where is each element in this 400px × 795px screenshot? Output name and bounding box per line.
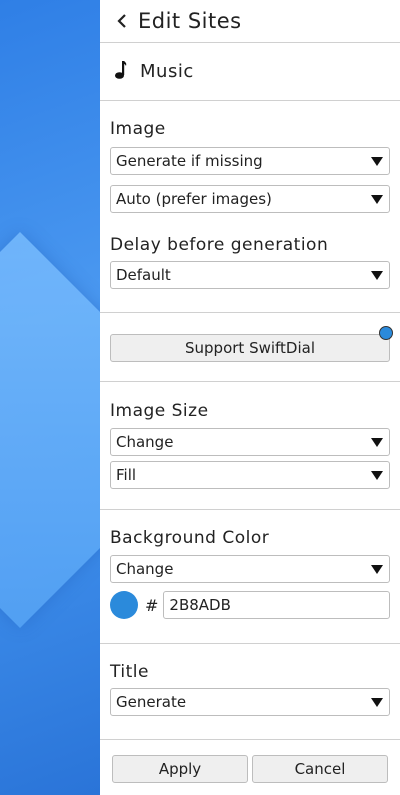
dropdown-arrow-icon — [371, 470, 383, 480]
notification-dot — [379, 326, 393, 340]
background-color-change-select[interactable]: Change — [110, 555, 390, 583]
background-color-label: Background Color — [110, 528, 270, 548]
image-label: Image — [110, 119, 166, 139]
chevron-left-icon[interactable] — [112, 11, 132, 31]
image-type-value: Auto (prefer images) — [116, 190, 272, 208]
color-row: # — [110, 591, 390, 619]
hash-symbol: # — [145, 595, 159, 615]
image-type-select[interactable]: Auto (prefer images) — [110, 185, 390, 213]
image-mode-value: Generate if missing — [116, 152, 263, 170]
title-select[interactable]: Generate — [110, 688, 390, 716]
image-size-label: Image Size — [110, 401, 209, 421]
background-wallpaper — [0, 0, 100, 795]
background-color-change-value: Change — [116, 560, 174, 578]
dropdown-arrow-icon — [371, 194, 383, 204]
background-color-section: Background Color Change # — [100, 510, 400, 644]
dropdown-arrow-icon — [371, 437, 383, 447]
image-fit-select[interactable]: Fill — [110, 461, 390, 489]
title-section: Title Generate — [100, 644, 400, 740]
panel-header: Edit Sites — [100, 0, 400, 43]
delay-label: Delay before generation — [110, 235, 329, 255]
support-section: Support SwiftDial — [100, 313, 400, 382]
dropdown-arrow-icon — [371, 564, 383, 574]
image-size-change-select[interactable]: Change — [110, 428, 390, 456]
dropdown-arrow-icon — [371, 697, 383, 707]
dropdown-arrow-icon — [371, 270, 383, 280]
edit-sites-panel: Edit Sites Music Image Generate if missi… — [100, 0, 400, 795]
hex-color-input[interactable] — [163, 591, 390, 619]
music-note-icon — [114, 60, 128, 84]
image-mode-select[interactable]: Generate if missing — [110, 147, 390, 175]
footer-actions: Apply Cancel — [100, 740, 400, 783]
support-button[interactable]: Support SwiftDial — [110, 334, 390, 362]
title-value: Generate — [116, 693, 187, 711]
title-label: Title — [110, 662, 149, 682]
cancel-button-label: Cancel — [294, 760, 346, 778]
cancel-button[interactable]: Cancel — [252, 755, 388, 783]
image-section: Image Generate if missing Auto (prefer i… — [100, 101, 400, 313]
support-button-label: Support SwiftDial — [185, 339, 315, 357]
image-fit-value: Fill — [116, 466, 137, 484]
dropdown-arrow-icon — [371, 156, 383, 166]
color-swatch[interactable] — [110, 591, 138, 619]
wallpaper-shape — [0, 232, 100, 628]
page-title: Edit Sites — [138, 9, 242, 33]
delay-value: Default — [116, 266, 171, 284]
apply-button[interactable]: Apply — [112, 755, 248, 783]
delay-select[interactable]: Default — [110, 261, 390, 289]
site-name: Music — [140, 61, 194, 82]
site-row: Music — [100, 43, 400, 101]
image-size-change-value: Change — [116, 433, 174, 451]
image-size-section: Image Size Change Fill — [100, 382, 400, 510]
apply-button-label: Apply — [158, 760, 202, 778]
